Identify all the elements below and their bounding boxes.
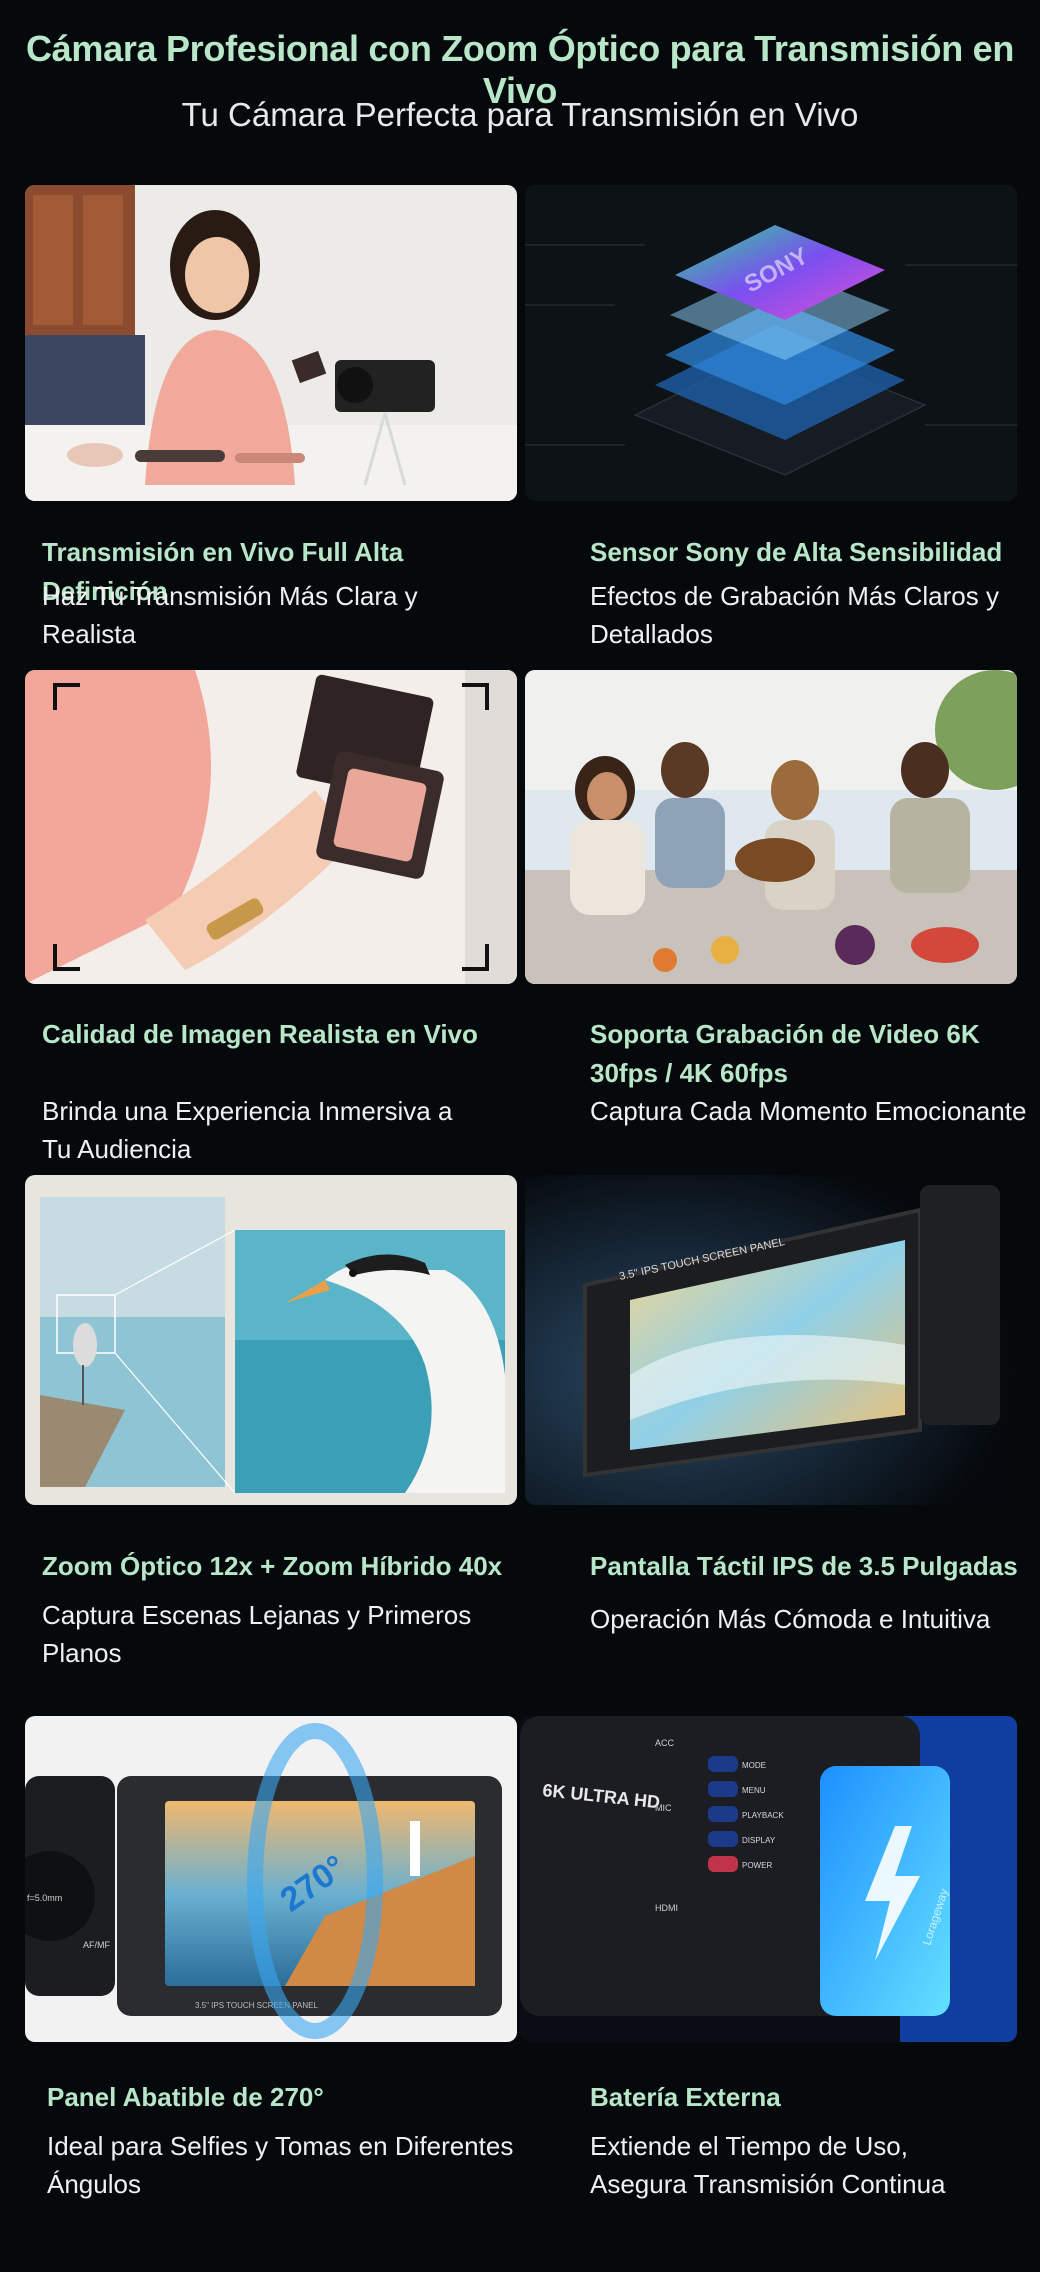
makeup-closeup-image: [25, 670, 517, 984]
feature-desc-touchscreen: Operación Más Cómoda e Intuitiva: [590, 1604, 991, 1634]
feature-title-external-battery: Batería Externa: [590, 2082, 781, 2112]
heron-zoom-image: [25, 1175, 517, 1505]
feature-desc-flip-panel: Ideal para Selfies y Tomas en Diferentes…: [47, 2131, 514, 2199]
feature-desc-6k-recording: Captura Cada Momento Emocionante: [590, 1096, 1027, 1126]
camera-touchscreen-image: 3.5" IPS TOUCH SCREEN PANEL: [525, 1175, 1017, 1505]
feature-desc-optical-zoom: Captura Escenas Lejanas y Primeros Plano…: [42, 1600, 472, 1668]
friends-picnic-image: [525, 670, 1017, 984]
feature-title-flip-panel: Panel Abatible de 270°: [47, 2082, 324, 2112]
af-mf-label: AF/MF: [83, 1940, 110, 1950]
flip-screen-panel-label: 3.5" IPS TOUCH SCREEN PANEL: [195, 2001, 318, 2010]
feature-title-optical-zoom: Zoom Óptico 12x + Zoom Híbrido 40x: [42, 1551, 503, 1581]
flip-screen-image: f=5.0mm AF/MF 3.5" IPS TOUCH SCREEN PANE…: [25, 1716, 517, 2042]
mode-button-label: MODE: [742, 1761, 766, 1770]
feature-title-6k-recording: Soporta Grabación de Video 6K 30fps / 4K…: [590, 1019, 980, 1088]
sony-sensor-image: SONY: [525, 185, 1017, 501]
display-button-label: DISPLAY: [742, 1836, 776, 1845]
menu-button-label: MENU: [742, 1786, 766, 1795]
lens-focal-label: f=5.0mm: [27, 1893, 62, 1903]
streamer-makeup-image: [25, 185, 517, 501]
external-battery-image: 6K ULTRA HD ACC MIC HDMI MODE MENU PLAYB…: [520, 1716, 1017, 2042]
feature-title-touchscreen: Pantalla Táctil IPS de 3.5 Pulgadas: [590, 1551, 1018, 1581]
mic-port-label: MIC: [655, 1803, 672, 1813]
feature-title-image-quality: Calidad de Imagen Realista en Vivo: [42, 1019, 478, 1049]
playback-button-label: PLAYBACK: [742, 1811, 784, 1820]
hdmi-port-label: HDMI: [655, 1903, 678, 1913]
feature-desc-external-battery: Extiende el Tiempo de Uso, Asegura Trans…: [590, 2131, 946, 2199]
feature-title-sony-sensor: Sensor Sony de Alta Sensibilidad: [590, 537, 1003, 567]
acc-port-label: ACC: [655, 1738, 675, 1748]
power-button-label: POWER: [742, 1861, 772, 1870]
feature-desc-sony-sensor: Efectos de Grabación Más Claros y Detall…: [590, 581, 999, 649]
page-subtitle: Tu Cámara Perfecta para Transmisión en V…: [181, 96, 859, 133]
feature-desc-fhd-streaming: Haz Tu Transmisión Más Clara y Realista: [42, 581, 418, 649]
feature-desc-image-quality: Brinda una Experiencia Inmersiva a Tu Au…: [42, 1096, 453, 1164]
